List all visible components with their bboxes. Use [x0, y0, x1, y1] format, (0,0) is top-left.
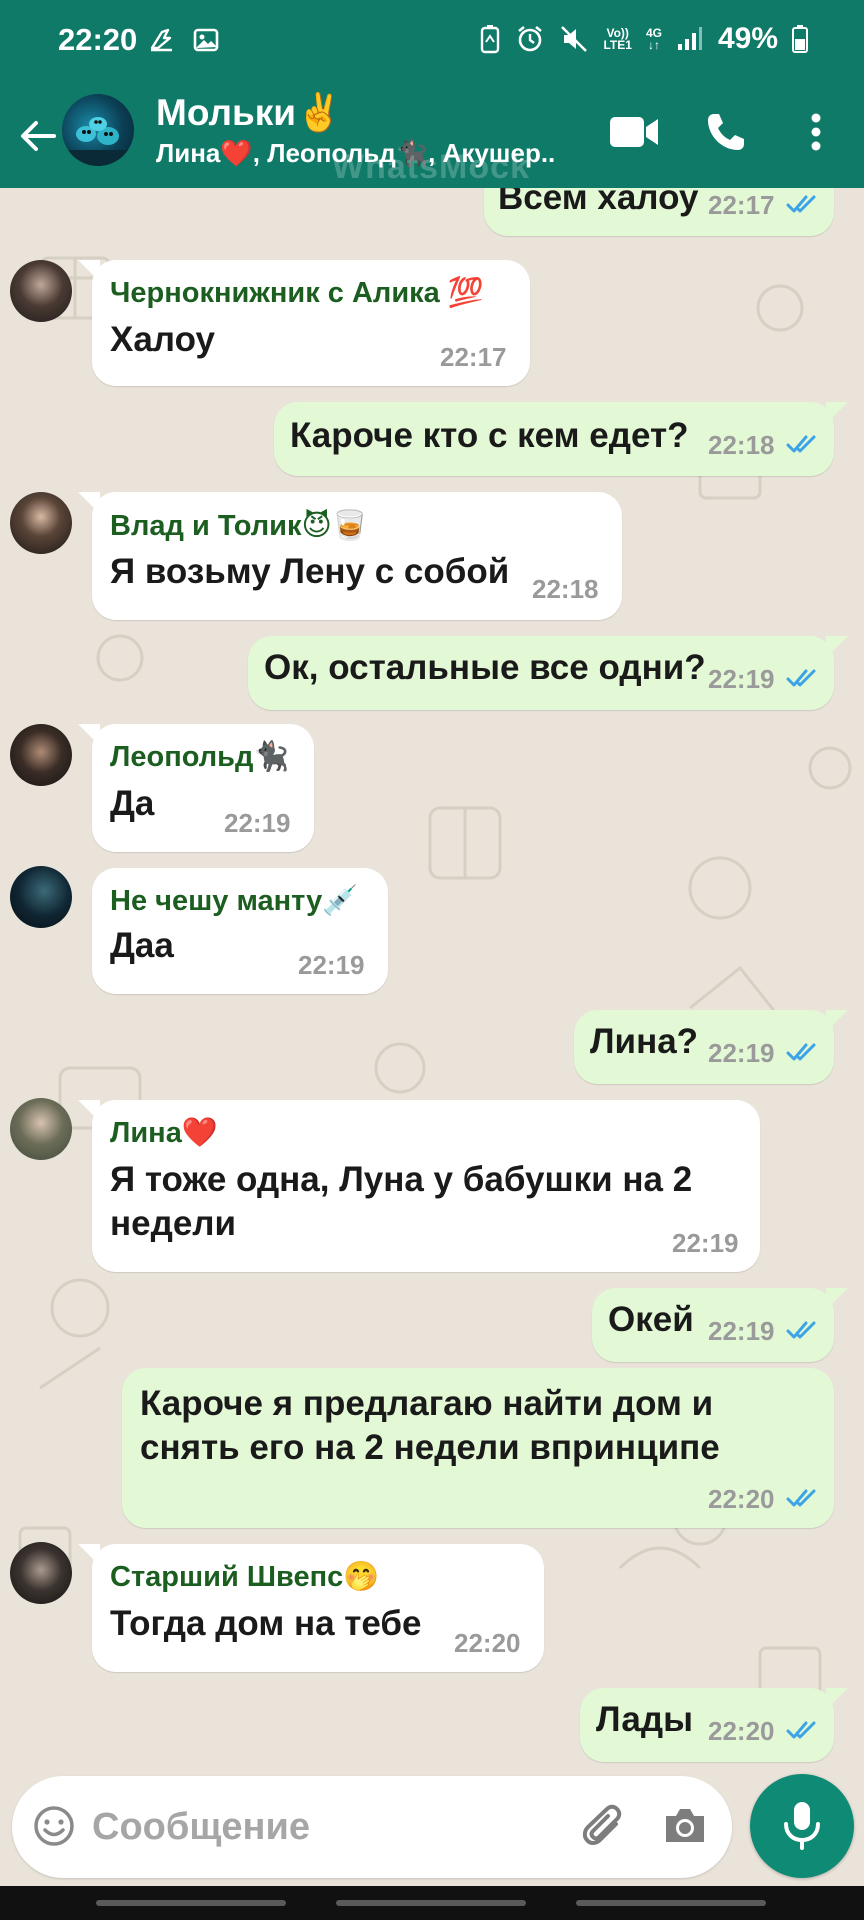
message-text: Кароче кто с кем едет? [290, 416, 689, 455]
avatar[interactable] [10, 492, 72, 554]
message-text: Тогда дом на тебе [110, 1604, 422, 1643]
status-bar: 22:20 Vo)) LTE1 4G ↓↑ 49% [0, 0, 864, 88]
sender-name: Лина❤️ [110, 1117, 218, 1149]
double-check-read-icon [786, 435, 816, 453]
message-text: Ок, остальные все одни? [264, 648, 706, 687]
sender-name: Старший Швепс🤭 [110, 1561, 380, 1593]
double-check-read-icon [786, 1043, 816, 1061]
message-outgoing[interactable]: Кароче я предлагаю найти дом и снять его… [122, 1368, 834, 1528]
message-text: Лина? [590, 1022, 699, 1061]
avatar[interactable] [10, 1098, 72, 1160]
microphone-icon [784, 1802, 820, 1850]
mute-icon [561, 26, 588, 52]
message-text-line-2: недели [110, 1204, 237, 1243]
nav-handle[interactable] [96, 1900, 286, 1906]
message-time: 22:19 [672, 1228, 739, 1258]
message-input[interactable]: Сообщение [92, 1806, 310, 1849]
message-time: 22:20 [454, 1628, 521, 1658]
message-outgoing[interactable]: Всем халоу 22:17 [484, 188, 834, 236]
more-vertical-icon[interactable] [808, 110, 824, 154]
message-text-line-1: Кароче я предлагаю найти дом и [140, 1384, 714, 1423]
message-outgoing[interactable]: Лина? 22:19 [574, 1010, 848, 1084]
message-text: Даа [110, 926, 174, 965]
paperclip-icon[interactable] [580, 1802, 630, 1852]
nav-handle[interactable] [576, 1900, 766, 1906]
message-time: 22:17 [440, 342, 507, 372]
message-time: 22:19 [708, 664, 775, 694]
message-time: 22:19 [224, 808, 291, 838]
avatar[interactable] [10, 1542, 72, 1604]
double-check-read-icon [786, 669, 816, 687]
avatar[interactable] [10, 866, 72, 928]
chat-header: Мольки✌️ Лина❤️, Леопольд🐈‍⬛, Акушер.. W… [0, 88, 864, 188]
network-type-indicator: 4G ↓↑ [645, 26, 662, 52]
system-navigation-bar [0, 1886, 864, 1920]
battery-icon [792, 25, 808, 53]
double-check-read-icon [786, 1721, 816, 1739]
avatar[interactable] [10, 724, 72, 786]
alarm-icon [518, 25, 543, 52]
chat-area[interactable]: Всем халоу 22:17 Чернокнижник с Алика 💯 … [0, 188, 864, 1768]
video-camera-icon[interactable] [608, 114, 660, 150]
feather-notification-icon [150, 28, 172, 52]
sender-name: Влад и Толик😈🥃 [110, 510, 368, 542]
phone-icon[interactable] [704, 110, 748, 154]
status-time: 22:20 [58, 22, 138, 57]
sender-name: Не чешу манту💉 [110, 885, 359, 917]
message-incoming[interactable]: Лина❤️ Я тоже одна, Луна у бабушки на 2 … [78, 1100, 760, 1272]
sender-name: Чернокнижник с Алика 💯 [110, 277, 484, 309]
message-incoming[interactable]: Не чешу манту💉 Даа 22:19 [92, 868, 388, 994]
message-incoming[interactable]: Чернокнижник с Алика 💯 Халоу 22:17 [78, 260, 530, 386]
message-outgoing[interactable]: Окей 22:19 [592, 1288, 848, 1362]
gallery-notification-icon [193, 28, 219, 52]
microphone-button[interactable] [750, 1774, 854, 1878]
double-check-read-icon [786, 195, 816, 213]
battery-level: 49% [717, 22, 778, 55]
message-outgoing[interactable]: Лады 22:20 [580, 1688, 848, 1762]
camera-icon[interactable] [662, 1804, 708, 1848]
message-time: 22:19 [708, 1038, 775, 1068]
volte-indicator: Vo)) LTE1 [603, 26, 632, 52]
group-avatar[interactable] [62, 94, 134, 166]
message-text: Лады [596, 1700, 694, 1739]
nav-handle[interactable] [336, 1900, 526, 1906]
message-text: Всем халоу [498, 188, 699, 217]
message-time: 22:18 [532, 574, 599, 604]
message-time: 22:19 [298, 950, 365, 980]
message-incoming[interactable]: Влад и Толик😈🥃 Я возьму Лену с собой 22:… [78, 492, 622, 620]
battery-saver-icon [481, 25, 500, 54]
smiley-icon[interactable] [32, 1804, 76, 1848]
message-time: 22:20 [708, 1716, 775, 1746]
avatar[interactable] [10, 260, 72, 322]
status-left-icons [148, 26, 220, 54]
sender-name: Леопольд🐈‍⬛ [110, 741, 290, 773]
message-incoming[interactable]: Старший Швепс🤭 Тогда дом на тебе 22:20 [78, 1544, 544, 1672]
signal-icon [677, 27, 702, 50]
watermark: WhatsMock [332, 148, 530, 186]
group-avatar-image [62, 117, 134, 166]
message-text: Да [110, 784, 155, 823]
message-text: Окей [608, 1300, 694, 1339]
message-text-line-2: снять его на 2 недели впринципе [140, 1428, 720, 1467]
message-text: Халоу [110, 320, 215, 359]
message-text: Я возьму Лену с собой [110, 552, 510, 591]
message-time: 22:18 [708, 430, 775, 460]
status-right-icons: Vo)) LTE1 4G ↓↑ 49% [479, 22, 808, 56]
double-check-read-icon [786, 1321, 816, 1339]
arrow-left-icon[interactable] [16, 114, 60, 158]
message-outgoing[interactable]: Ок, остальные все одни? 22:19 [248, 636, 848, 710]
group-title[interactable]: Мольки✌️ [156, 92, 342, 135]
message-time: 22:19 [708, 1316, 775, 1346]
double-check-read-icon [786, 1489, 816, 1507]
message-composer[interactable]: Сообщение [12, 1776, 732, 1878]
message-time: 22:20 [708, 1484, 775, 1514]
message-time: 22:17 [708, 190, 775, 220]
message-text-line-1: Я тоже одна, Луна у бабушки на 2 [110, 1160, 693, 1199]
message-incoming[interactable]: Леопольд🐈‍⬛ Да 22:19 [78, 724, 314, 852]
message-outgoing[interactable]: Кароче кто с кем едет? 22:18 [274, 402, 848, 476]
